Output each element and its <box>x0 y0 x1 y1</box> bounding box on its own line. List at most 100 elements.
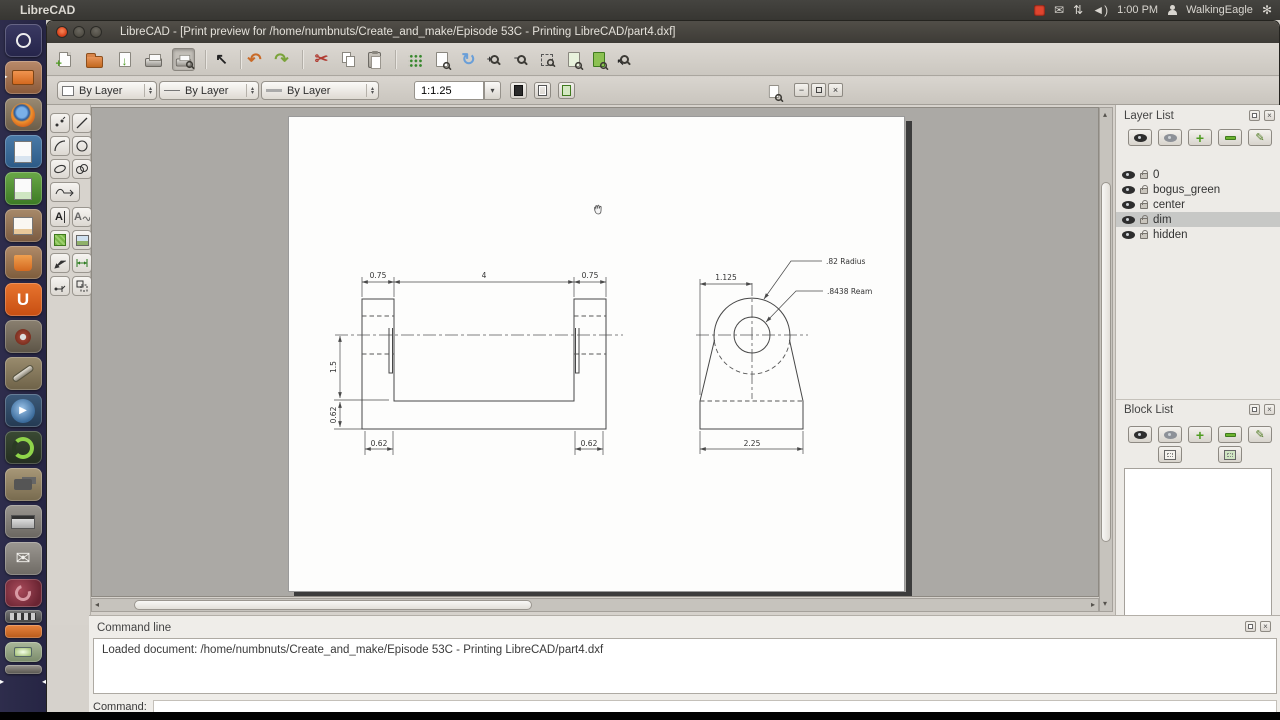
camera-app-icon[interactable] <box>5 468 42 501</box>
point-tool[interactable] <box>50 113 70 133</box>
mdi-restore-button[interactable] <box>811 83 826 97</box>
print-scale-combo[interactable] <box>414 81 484 100</box>
fit-to-page-button[interactable] <box>534 82 551 99</box>
menubar-app-name[interactable]: LibreCAD <box>20 3 75 17</box>
text-tool[interactable]: A <box>50 207 70 227</box>
layer-row[interactable]: 0 <box>1116 167 1280 182</box>
layer-row[interactable]: dim <box>1116 212 1280 227</box>
scroll-down-arrow[interactable]: ▾ <box>1103 600 1107 608</box>
firefox-icon[interactable] <box>5 98 42 131</box>
layer-lock-icon[interactable] <box>1140 188 1148 194</box>
panel-close-button[interactable]: × <box>1260 621 1271 632</box>
zoom-pan-button[interactable]: ↖ <box>613 48 636 71</box>
copy-button[interactable] <box>337 48 360 71</box>
edit-block-button[interactable]: ✎ <box>1248 426 1272 443</box>
dim-leader-tool[interactable] <box>50 253 70 273</box>
print-preview-canvas[interactable]: 0.75 4 0.75 0.62 0.62 1.5 0.62 1.125 2.2… <box>91 107 1099 597</box>
clock[interactable]: 1:00 PM <box>1117 4 1158 16</box>
ellipse-tool[interactable] <box>50 159 70 179</box>
volume-icon[interactable]: ◄) <box>1092 4 1108 16</box>
vscrollbar-thumb[interactable] <box>1101 182 1111 542</box>
mail-app-icon[interactable]: ✉ <box>5 542 42 575</box>
layer-row[interactable]: hidden <box>1116 227 1280 242</box>
pen-width-select[interactable]: By Layer ▴▾ <box>261 81 379 100</box>
username[interactable]: WalkingEagle <box>1186 4 1253 16</box>
files-icon[interactable]: ▸ <box>5 61 42 94</box>
hide-all-layers-button[interactable] <box>1158 129 1182 146</box>
hatch-tool[interactable] <box>50 230 70 250</box>
cut-button[interactable]: ✂ <box>310 48 333 71</box>
layer-visibility-eye-icon[interactable] <box>1122 201 1135 209</box>
libreoffice-writer-icon[interactable] <box>5 135 42 168</box>
layer-lock-icon[interactable] <box>1140 218 1148 224</box>
toolkit-app-icon[interactable] <box>5 625 42 638</box>
layer-lock-icon[interactable] <box>1140 173 1148 179</box>
polyline-tool[interactable] <box>50 182 80 202</box>
window-close-button[interactable] <box>56 26 68 38</box>
modify-tool[interactable] <box>50 276 70 296</box>
media-player-icon[interactable]: ▶ <box>5 394 42 427</box>
undo-button[interactable]: ↶ <box>243 48 266 71</box>
insert-block-button[interactable] <box>1158 446 1182 463</box>
paste-button[interactable] <box>363 48 386 71</box>
scroll-up-arrow[interactable]: ▴ <box>1103 111 1107 119</box>
block-list-box[interactable] <box>1124 468 1272 626</box>
libreoffice-impress-icon[interactable] <box>5 209 42 242</box>
hscrollbar-thumb[interactable] <box>134 600 532 610</box>
spline-tool[interactable] <box>72 159 92 179</box>
panel-close-button[interactable]: × <box>1264 404 1275 415</box>
layer-visibility-eye-icon[interactable] <box>1122 186 1135 194</box>
print-scale-dropdown-button[interactable]: ▾ <box>484 81 501 100</box>
window-minimize-button[interactable] <box>73 26 85 38</box>
pen-color-select[interactable]: By Layer ▴▾ <box>57 81 157 100</box>
green-ring-app-icon[interactable] <box>5 431 42 464</box>
mdi-close-button[interactable]: × <box>828 83 843 97</box>
layer-row[interactable]: bogus_green <box>1116 182 1280 197</box>
add-layer-button[interactable]: + <box>1188 129 1212 146</box>
panel-float-button[interactable] <box>1249 110 1260 121</box>
print-scale-input[interactable] <box>415 85 477 97</box>
canvas-hscrollbar[interactable]: ◂ ▸ <box>91 598 1099 612</box>
software-center-icon[interactable] <box>5 246 42 279</box>
trash-icon[interactable] <box>5 665 42 674</box>
save-file-button[interactable]: ↓ <box>113 48 136 71</box>
dash-home-icon[interactable] <box>5 24 42 57</box>
zoom-auto-button[interactable] <box>587 48 610 71</box>
remove-layer-button[interactable] <box>1218 129 1242 146</box>
show-all-layers-button[interactable] <box>1128 129 1152 146</box>
system-settings-icon[interactable] <box>5 320 42 353</box>
pen-tool-app-icon[interactable] <box>5 357 42 390</box>
preview-zoom-icon[interactable] <box>762 80 785 103</box>
zoom-window-button[interactable] <box>535 48 558 71</box>
circle-tool[interactable] <box>72 136 92 156</box>
window-titlebar[interactable]: LibreCAD - [Print preview for /home/numb… <box>47 21 1279 43</box>
layer-lock-icon[interactable] <box>1140 233 1148 239</box>
scroll-left-arrow[interactable]: ◂ <box>95 601 99 609</box>
mail-icon[interactable]: ✉ <box>1054 4 1064 16</box>
show-all-blocks-button[interactable] <box>1128 426 1152 443</box>
arc-tool[interactable] <box>50 136 70 156</box>
add-block-button[interactable]: + <box>1188 426 1212 443</box>
redo-button[interactable]: ↷ <box>270 48 293 71</box>
canvas-vscrollbar[interactable]: ▴ ▾ <box>1099 107 1113 612</box>
command-log[interactable]: Loaded document: /home/numbnuts/Create_a… <box>93 638 1277 694</box>
layer-visibility-eye-icon[interactable] <box>1122 231 1135 239</box>
mdi-minimize-button[interactable]: − <box>794 83 809 97</box>
remove-block-button[interactable] <box>1218 426 1242 443</box>
layer-visibility-eye-icon[interactable] <box>1122 171 1135 179</box>
layer-visibility-eye-icon[interactable] <box>1122 216 1135 224</box>
mtext-tool[interactable]: A <box>72 207 92 227</box>
pen-linetype-select[interactable]: By Layer ▴▾ <box>159 81 259 100</box>
line-tool[interactable] <box>72 113 92 133</box>
libreoffice-calc-icon[interactable] <box>5 172 42 205</box>
redraw-button[interactable]: ↻ <box>457 48 480 71</box>
scanner-app-icon[interactable] <box>5 505 42 538</box>
panel-float-button[interactable] <box>1245 621 1256 632</box>
network-icon[interactable]: ⇅ <box>1073 4 1083 16</box>
pointer-tool-button[interactable]: ↖ <box>210 48 233 71</box>
ubuntu-one-icon[interactable]: U <box>5 283 42 316</box>
print-button[interactable] <box>142 48 165 71</box>
zoom-page-button[interactable] <box>430 48 453 71</box>
session-gear-icon[interactable]: ✻ <box>1262 4 1272 16</box>
print-preview-button[interactable] <box>172 48 195 71</box>
